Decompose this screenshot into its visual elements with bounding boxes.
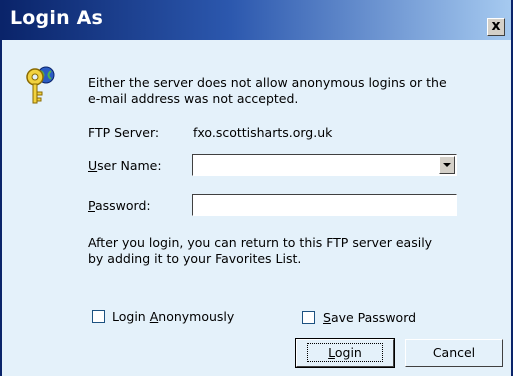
save-password-checkbox[interactable] [302, 311, 315, 324]
login-button-label: Login [307, 343, 383, 362]
info-line-2: by adding it to your Favorites List. [88, 251, 302, 266]
chevron-down-icon[interactable] [439, 156, 455, 174]
window-title: Login As [10, 7, 104, 29]
info-line-1: After you login, you can return to this … [88, 235, 433, 250]
close-icon: x [491, 18, 501, 34]
message-line-1: Either the server does not allow anonymo… [88, 75, 447, 90]
cancel-button[interactable]: Cancel [405, 339, 503, 367]
key-globe-icon [26, 66, 55, 104]
login-anonymously-label[interactable]: Login Anonymously [112, 309, 234, 324]
password-field[interactable] [192, 194, 457, 216]
username-combobox[interactable] [192, 154, 457, 176]
close-button[interactable]: x [487, 18, 505, 36]
title-bar: Login As x [2, 0, 511, 40]
save-password-label[interactable]: Save Password [323, 310, 416, 325]
message-line-2: e-mail address was not accepted. [88, 91, 299, 106]
username-label: User Name: [88, 158, 162, 173]
ftp-server-label: FTP Server: [88, 125, 160, 140]
login-anonymously-checkbox[interactable] [92, 310, 105, 323]
password-label: Password: [88, 198, 151, 213]
login-as-dialog: Login As x Either the server does not al… [0, 0, 513, 376]
login-button[interactable]: Login [295, 338, 395, 368]
ftp-server-value: fxo.scottisharts.org.uk [193, 125, 333, 140]
